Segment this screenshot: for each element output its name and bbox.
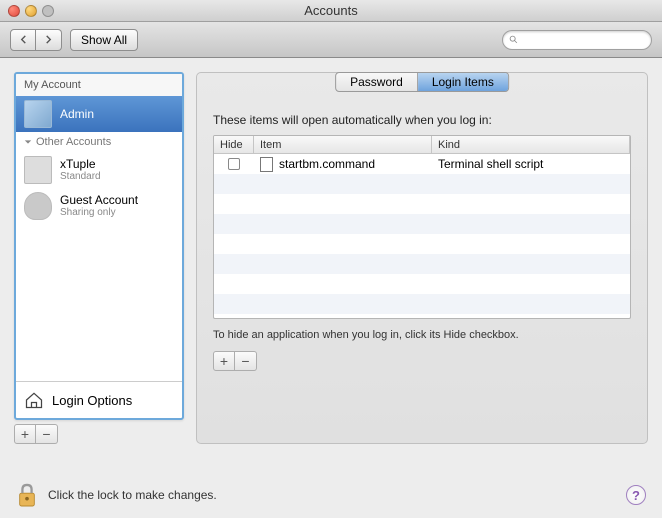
col-hide[interactable]: Hide: [214, 136, 254, 154]
search-input[interactable]: [522, 34, 645, 46]
hide-checkbox[interactable]: [228, 158, 240, 170]
add-item-button[interactable]: +: [213, 351, 235, 371]
table-row: [214, 194, 630, 214]
add-account-button[interactable]: +: [14, 424, 36, 444]
account-name: xTuple: [60, 157, 101, 171]
table-row: [214, 274, 630, 294]
titlebar: Accounts: [0, 0, 662, 22]
table-row: [214, 214, 630, 234]
help-button[interactable]: ?: [626, 485, 646, 505]
chevron-left-icon: [19, 35, 28, 44]
window-title: Accounts: [0, 3, 662, 18]
item-add-remove: + −: [213, 351, 631, 371]
account-name: Guest Account: [60, 193, 138, 207]
guest-icon: [24, 192, 52, 220]
table-row: [214, 294, 630, 314]
forward-button[interactable]: [36, 29, 62, 51]
table-row: [214, 174, 630, 194]
search-field[interactable]: [502, 30, 652, 50]
search-icon: [509, 34, 518, 45]
avatar: [24, 156, 52, 184]
show-all-button[interactable]: Show All: [70, 29, 138, 51]
accounts-sidebar: My Account Admin Other Accounts xTuple S…: [14, 72, 184, 420]
item-kind: Terminal shell script: [432, 157, 630, 171]
table-row: [214, 254, 630, 274]
account-guest[interactable]: Guest Account Sharing only: [16, 188, 182, 224]
tab-login-items[interactable]: Login Items: [418, 73, 508, 91]
section-other-accounts[interactable]: Other Accounts: [16, 132, 182, 152]
account-xtuple[interactable]: xTuple Standard: [16, 152, 182, 188]
table-row[interactable]: startbm.command Terminal shell script: [214, 154, 630, 174]
account-name: Admin: [60, 107, 94, 121]
item-name: startbm.command: [279, 157, 375, 171]
lock-icon[interactable]: [16, 482, 38, 508]
chevron-right-icon: [44, 35, 53, 44]
footer: Click the lock to make changes. ?: [16, 482, 646, 508]
remove-item-button[interactable]: −: [235, 351, 257, 371]
back-button[interactable]: [10, 29, 36, 51]
hide-hint: To hide an application when you log in, …: [213, 329, 631, 341]
sidebar-wrap: My Account Admin Other Accounts xTuple S…: [14, 72, 184, 444]
file-icon: [260, 157, 273, 172]
account-add-remove: + −: [14, 424, 184, 444]
remove-account-button[interactable]: −: [36, 424, 58, 444]
table-body: startbm.command Terminal shell script: [214, 154, 630, 318]
table-row: [214, 234, 630, 254]
avatar: [24, 100, 52, 128]
account-admin[interactable]: Admin: [16, 96, 182, 132]
chevron-down-icon: [24, 138, 32, 146]
detail-pane: Password Login Items These items will op…: [196, 72, 648, 444]
tab-password[interactable]: Password: [336, 73, 418, 91]
toolbar: Show All: [0, 22, 662, 58]
col-kind[interactable]: Kind: [432, 136, 630, 154]
tabs: Password Login Items: [335, 72, 509, 92]
lock-text: Click the lock to make changes.: [48, 488, 217, 502]
account-sub: Sharing only: [60, 207, 138, 219]
login-options[interactable]: Login Options: [16, 381, 182, 418]
section-my-account: My Account: [16, 74, 182, 96]
house-icon: [24, 390, 44, 410]
account-sub: Standard: [60, 171, 101, 183]
login-items-table: Hide Item Kind startbm.command Terminal …: [213, 135, 631, 319]
col-item[interactable]: Item: [254, 136, 432, 154]
nav-buttons: [10, 29, 62, 51]
login-items-desc: These items will open automatically when…: [213, 113, 631, 127]
